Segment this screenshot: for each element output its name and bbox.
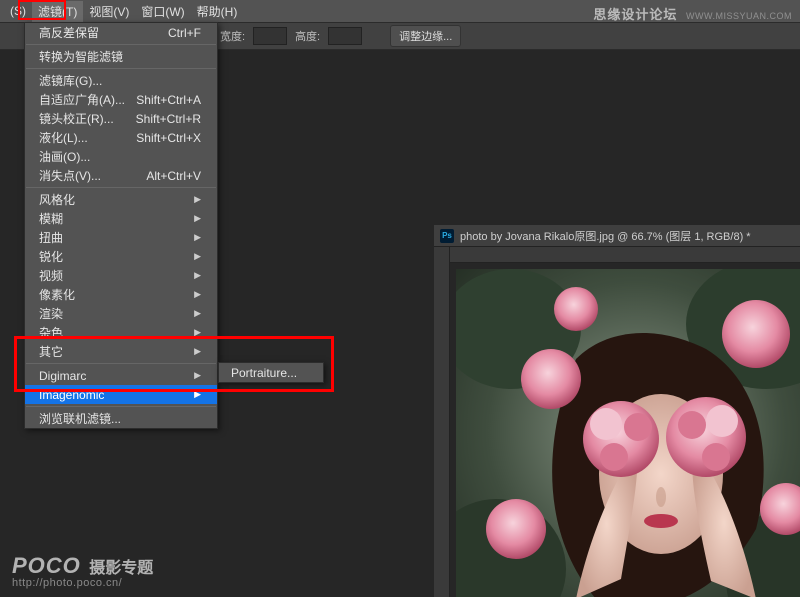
refine-edge-button[interactable]: 调整边缘... bbox=[390, 25, 461, 47]
menu-item-label: 锐化 bbox=[39, 248, 63, 265]
ruler-horizontal[interactable] bbox=[450, 247, 800, 263]
menu-item-convert-smart[interactable]: 转换为智能滤镜 bbox=[25, 47, 217, 66]
options-height-label: 高度: bbox=[295, 28, 320, 44]
menu-item-browse-online[interactable]: 浏览联机滤镜... bbox=[25, 409, 217, 428]
menu-item-label: 消失点(V)... bbox=[39, 167, 101, 184]
menu-item-vanishing-point[interactable]: 消失点(V)... Alt+Ctrl+V bbox=[25, 166, 217, 185]
menu-item-label: 浏览联机滤镜... bbox=[39, 410, 121, 427]
menu-item-label: 滤镜库(G)... bbox=[39, 72, 102, 89]
menu-item-label: 转换为智能滤镜 bbox=[39, 48, 123, 65]
watermark-top-sub: WWW.MISSYUAN.COM bbox=[686, 11, 792, 21]
menu-item-lens-correct[interactable]: 镜头校正(R)... Shift+Ctrl+R bbox=[25, 109, 217, 128]
menu-separator bbox=[26, 187, 216, 188]
document-titlebar[interactable]: Ps photo by Jovana Rikalo原图.jpg @ 66.7% … bbox=[434, 225, 800, 247]
submenu-arrow-icon: ▶ bbox=[194, 232, 201, 243]
menu-item-pixelate[interactable]: 像素化 ▶ bbox=[25, 285, 217, 304]
menu-item-shortcut: Shift+Ctrl+R bbox=[136, 112, 201, 126]
document-image bbox=[456, 269, 800, 597]
menu-item-label: 镜头校正(R)... bbox=[39, 110, 114, 127]
menu-item-adaptive-wide[interactable]: 自适应广角(A)... Shift+Ctrl+A bbox=[25, 90, 217, 109]
menu-item-label: 油画(O)... bbox=[39, 148, 90, 165]
canvas-area[interactable] bbox=[450, 263, 800, 597]
menu-item-label: 风格化 bbox=[39, 191, 75, 208]
menu-item-shortcut: Shift+Ctrl+A bbox=[136, 93, 201, 107]
menu-item-label: 像素化 bbox=[39, 286, 75, 303]
options-width-field[interactable] bbox=[253, 27, 287, 45]
menu-item-label: 扭曲 bbox=[39, 229, 63, 246]
watermark-url: http://photo.poco.cn/ bbox=[12, 577, 153, 589]
document-window: Ps photo by Jovana Rikalo原图.jpg @ 66.7% … bbox=[434, 225, 800, 597]
menu-item-stylize[interactable]: 风格化 ▶ bbox=[25, 190, 217, 209]
watermark-top: 思缘设计论坛 WWW.MISSYUAN.COM bbox=[593, 4, 792, 23]
menu-separator bbox=[26, 406, 216, 407]
submenu-arrow-icon: ▶ bbox=[194, 270, 201, 281]
menu-separator bbox=[26, 44, 216, 45]
watermark-bottom: POCO 摄影专题 http://photo.poco.cn/ bbox=[12, 553, 153, 589]
submenu-arrow-icon: ▶ bbox=[194, 289, 201, 300]
submenu-arrow-icon: ▶ bbox=[194, 308, 201, 319]
menu-item-distort[interactable]: 扭曲 ▶ bbox=[25, 228, 217, 247]
ps-app-icon: Ps bbox=[440, 229, 454, 243]
menubar-item-window[interactable]: 窗口(W) bbox=[135, 1, 190, 22]
menu-item-last-filter[interactable]: 高反差保留 Ctrl+F bbox=[25, 23, 217, 42]
menu-item-label: 模糊 bbox=[39, 210, 63, 227]
menu-item-shortcut: Shift+Ctrl+X bbox=[136, 131, 201, 145]
menu-item-liquify[interactable]: 液化(L)... Shift+Ctrl+X bbox=[25, 128, 217, 147]
menu-item-render[interactable]: 渲染 ▶ bbox=[25, 304, 217, 323]
watermark-cn: 摄影专题 bbox=[89, 560, 153, 577]
options-width-label: 宽度: bbox=[220, 28, 245, 44]
annotation-red-box-menubar bbox=[18, 0, 66, 20]
menu-item-filter-gallery[interactable]: 滤镜库(G)... bbox=[25, 71, 217, 90]
menu-item-label: 高反差保留 bbox=[39, 24, 99, 41]
submenu-arrow-icon: ▶ bbox=[194, 213, 201, 224]
menubar-item-help[interactable]: 帮助(H) bbox=[191, 1, 244, 22]
menu-item-oil-paint[interactable]: 油画(O)... bbox=[25, 147, 217, 166]
menu-item-sharpen[interactable]: 锐化 ▶ bbox=[25, 247, 217, 266]
document-title: photo by Jovana Rikalo原图.jpg @ 66.7% (图层… bbox=[460, 228, 751, 244]
menu-item-blur[interactable]: 模糊 ▶ bbox=[25, 209, 217, 228]
menu-item-label: 自适应广角(A)... bbox=[39, 91, 125, 108]
menu-separator bbox=[26, 68, 216, 69]
submenu-arrow-icon: ▶ bbox=[194, 251, 201, 262]
menu-item-shortcut: Ctrl+F bbox=[168, 26, 201, 40]
menu-item-video[interactable]: 视频 ▶ bbox=[25, 266, 217, 285]
menu-item-label: 液化(L)... bbox=[39, 129, 88, 146]
options-height-field[interactable] bbox=[328, 27, 362, 45]
submenu-arrow-icon: ▶ bbox=[194, 194, 201, 205]
watermark-top-main: 思缘设计论坛 bbox=[593, 7, 677, 22]
menu-item-label: 渲染 bbox=[39, 305, 63, 322]
menubar-item-view[interactable]: 视图(V) bbox=[83, 1, 135, 22]
menu-item-label: 视频 bbox=[39, 267, 63, 284]
ruler-vertical[interactable] bbox=[434, 247, 450, 597]
annotation-red-box-submenu bbox=[14, 336, 334, 392]
menu-item-shortcut: Alt+Ctrl+V bbox=[146, 169, 201, 183]
watermark-brand: POCO bbox=[12, 553, 81, 578]
